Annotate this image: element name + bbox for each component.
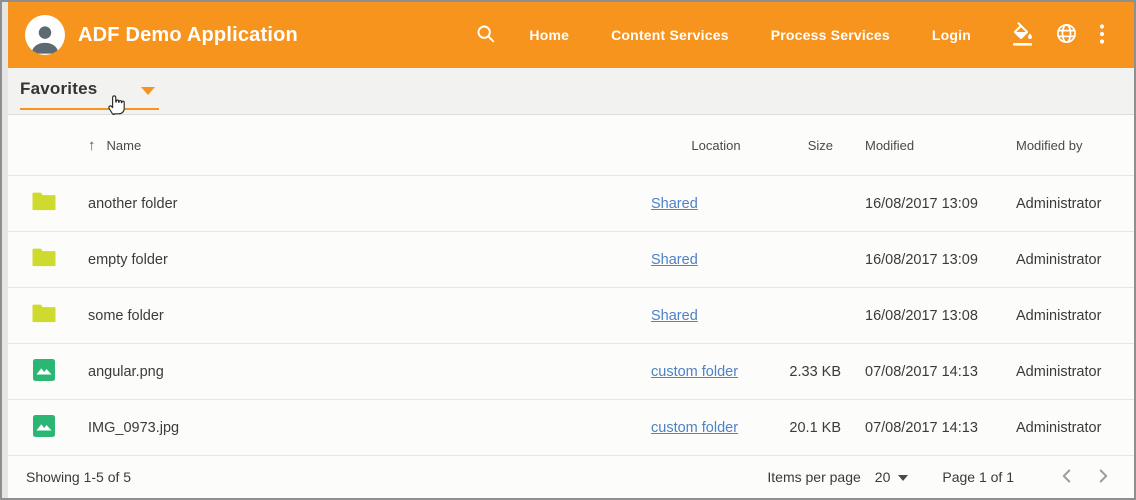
header-tool-icons xyxy=(1011,22,1106,49)
items-per-page-select[interactable]: 20 xyxy=(875,469,909,485)
file-type-icon-cell xyxy=(8,358,88,386)
table-row[interactable]: angular.png custom folder 2.33 KB 07/08/… xyxy=(8,343,1134,399)
table-header-row: ↑ Name Location Size Modified Modified b… xyxy=(8,115,1134,175)
modified-date: 16/08/2017 13:09 xyxy=(845,196,1016,212)
folder-icon xyxy=(32,191,57,216)
app-header: ADF Demo Application Home Content Servic… xyxy=(8,2,1134,68)
file-size: 2.33 KB xyxy=(781,364,845,380)
column-header-modified-by[interactable]: Modified by xyxy=(1016,138,1134,153)
location-link[interactable]: Shared xyxy=(651,308,698,324)
chevron-right-icon xyxy=(1092,465,1114,490)
image-file-icon xyxy=(32,414,56,442)
search-icon xyxy=(475,23,497,48)
favorites-dropdown[interactable]: Favorites xyxy=(20,79,159,110)
nav-home[interactable]: Home xyxy=(529,27,569,43)
theme-color-button[interactable] xyxy=(1011,22,1035,49)
modified-by: Administrator xyxy=(1016,252,1134,268)
document-list: ↑ Name Location Size Modified Modified b… xyxy=(8,115,1134,455)
app-window: ADF Demo Application Home Content Servic… xyxy=(0,0,1136,500)
location-cell: Shared xyxy=(651,308,781,324)
image-file-icon xyxy=(32,358,56,386)
file-name[interactable]: another folder xyxy=(88,196,651,212)
modified-by: Administrator xyxy=(1016,364,1134,380)
location-link[interactable]: custom folder xyxy=(651,420,738,436)
main-nav: Home Content Services Process Services L… xyxy=(529,27,971,43)
app-content: ADF Demo Application Home Content Servic… xyxy=(8,2,1134,498)
modified-by: Administrator xyxy=(1016,196,1134,212)
table-row[interactable]: IMG_0973.jpg custom folder 20.1 KB 07/08… xyxy=(8,399,1134,455)
location-cell: custom folder xyxy=(651,420,781,436)
page-title: Favorites xyxy=(20,79,97,99)
nav-login[interactable]: Login xyxy=(932,27,971,43)
color-fill-icon xyxy=(1011,22,1035,49)
avatar[interactable] xyxy=(25,15,65,55)
chevron-left-icon xyxy=(1056,465,1078,490)
table-body: another folder Shared 16/08/2017 13:09 A… xyxy=(8,175,1134,455)
location-link[interactable]: Shared xyxy=(651,196,698,212)
file-type-icon-cell xyxy=(8,414,88,442)
next-page-button[interactable] xyxy=(1092,465,1114,490)
location-link[interactable]: custom folder xyxy=(651,364,738,380)
sort-ascending-icon: ↑ xyxy=(88,138,96,153)
modified-date: 07/08/2017 14:13 xyxy=(845,364,1016,380)
file-name[interactable]: angular.png xyxy=(88,364,651,380)
file-size: 20.1 KB xyxy=(781,420,845,436)
folder-icon xyxy=(32,247,57,272)
search-button[interactable] xyxy=(475,23,497,48)
folder-icon xyxy=(32,303,57,328)
column-header-name[interactable]: ↑ Name xyxy=(88,138,651,153)
chevron-down-icon xyxy=(898,475,908,481)
location-cell: Shared xyxy=(651,196,781,212)
more-vert-icon xyxy=(1098,22,1106,49)
language-button[interactable] xyxy=(1055,22,1078,48)
table-row[interactable]: some folder Shared 16/08/2017 13:08 Admi… xyxy=(8,287,1134,343)
file-type-icon-cell xyxy=(8,191,88,216)
more-menu-button[interactable] xyxy=(1098,22,1106,49)
table-row[interactable]: empty folder Shared 16/08/2017 13:09 Adm… xyxy=(8,231,1134,287)
pager-controls: Items per page 20 Page 1 of 1 xyxy=(767,465,1114,490)
nav-process-services[interactable]: Process Services xyxy=(771,27,890,43)
file-type-icon-cell xyxy=(8,303,88,328)
modified-date: 16/08/2017 13:09 xyxy=(845,252,1016,268)
file-name[interactable]: IMG_0973.jpg xyxy=(88,420,651,436)
modified-by: Administrator xyxy=(1016,308,1134,324)
page-indicator: Page 1 of 1 xyxy=(942,469,1014,485)
file-name[interactable]: some folder xyxy=(88,308,651,324)
app-title: ADF Demo Application xyxy=(78,24,298,47)
location-cell: Shared xyxy=(651,252,781,268)
nav-content-services[interactable]: Content Services xyxy=(611,27,729,43)
pagination-footer: Showing 1-5 of 5 Items per page 20 Page … xyxy=(8,455,1134,498)
showing-count: Showing 1-5 of 5 xyxy=(26,469,131,485)
location-link[interactable]: Shared xyxy=(651,252,698,268)
column-header-modified[interactable]: Modified xyxy=(845,138,1016,153)
file-type-icon-cell xyxy=(8,247,88,272)
location-cell: custom folder xyxy=(651,364,781,380)
modified-date: 16/08/2017 13:08 xyxy=(845,308,1016,324)
modified-by: Administrator xyxy=(1016,420,1134,436)
modified-date: 07/08/2017 14:13 xyxy=(845,420,1016,436)
table-row[interactable]: another folder Shared 16/08/2017 13:09 A… xyxy=(8,175,1134,231)
page-toolbar: Favorites xyxy=(8,68,1134,115)
column-header-size[interactable]: Size xyxy=(781,138,845,153)
user-icon xyxy=(28,21,62,55)
previous-page-button[interactable] xyxy=(1056,465,1078,490)
chevron-down-icon xyxy=(141,87,155,95)
column-header-location[interactable]: Location xyxy=(651,138,781,153)
globe-icon xyxy=(1055,22,1078,48)
file-name[interactable]: empty folder xyxy=(88,252,651,268)
items-per-page-label: Items per page xyxy=(767,469,860,485)
